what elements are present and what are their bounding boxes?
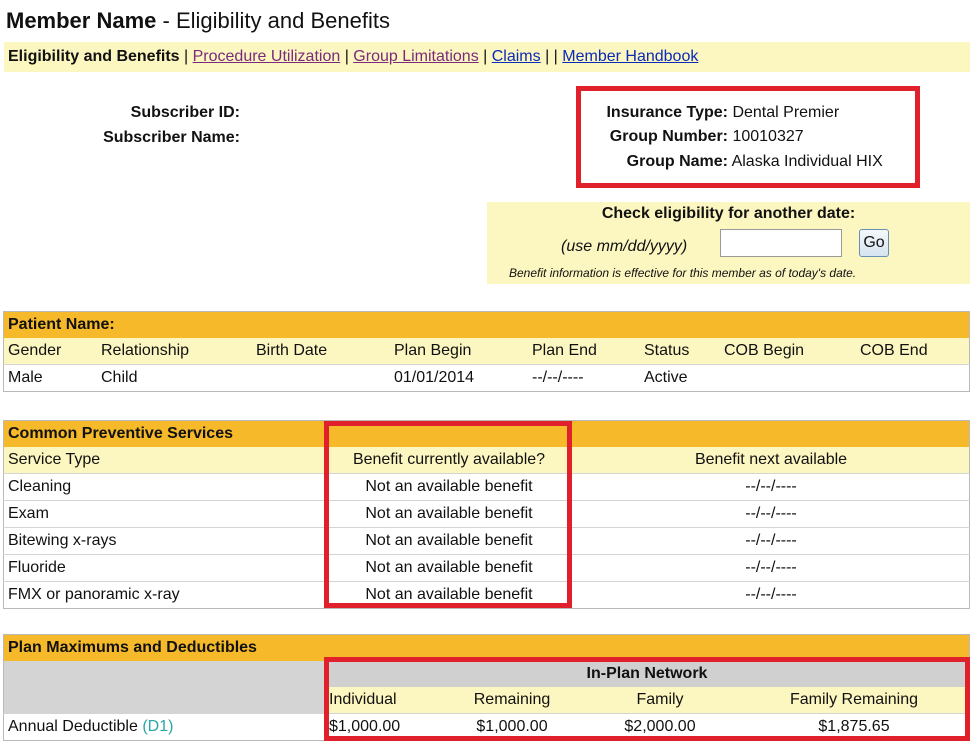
subscriber-name-label: Subscriber Name: — [103, 129, 240, 146]
maximums-blank-header — [3, 661, 325, 714]
benefit-available: Not an available benefit — [325, 473, 573, 501]
benefit-next: --/--/---- — [573, 527, 970, 555]
service-name: Exam — [3, 500, 325, 528]
insurance-type-value: Dental Premier — [732, 104, 840, 121]
patient-plan-end: --/--/---- — [528, 364, 640, 392]
table-row: Exam Not an available benefit --/--/---- — [3, 500, 970, 528]
col-status: Status — [644, 342, 690, 359]
benefit-available: Not an available benefit — [325, 527, 573, 555]
nav-separator: | — [478, 48, 492, 65]
go-button[interactable]: Go — [859, 229, 889, 257]
group-name-value: Alaska Individual HIX — [731, 153, 883, 170]
col-family: Family — [636, 691, 684, 708]
service-name: Cleaning — [3, 473, 325, 501]
patient-gender: Male — [3, 364, 97, 392]
benefit-next: --/--/---- — [573, 554, 970, 582]
table-row: Fluoride Not an available benefit --/--/… — [3, 554, 970, 582]
table-row: FMX or panoramic x-ray Not an available … — [3, 581, 970, 609]
col-cob-begin: COB Begin — [724, 342, 805, 359]
patient-row: Male Child 01/01/2014 --/--/---- Active — [3, 364, 970, 392]
service-name: Bitewing x-rays — [3, 527, 325, 555]
col-service-type: Service Type — [8, 451, 101, 468]
group-name-label: Group Name: — [626, 153, 728, 170]
patient-cob-begin — [720, 364, 856, 392]
deductible-code-link[interactable]: (D1) — [142, 718, 173, 735]
benefit-next: --/--/---- — [573, 581, 970, 609]
deductible-label-text: Annual Deductible — [8, 718, 138, 735]
col-individual: Individual — [329, 691, 397, 708]
group-number-value: 10010327 — [732, 128, 804, 145]
plan-maximums-table: Plan Maximums and Deductibles In-Plan Ne… — [3, 634, 970, 741]
eligibility-heading: Check eligibility for another date: — [601, 205, 856, 222]
preventive-services-table: Common Preventive Services Service Type … — [3, 420, 970, 609]
benefit-next: --/--/---- — [573, 473, 970, 501]
insurance-type-label: Insurance Type: — [606, 104, 728, 121]
nav-separator: | | — [540, 48, 563, 65]
deductible-family: $2,000.00 — [581, 713, 739, 741]
nav-link-group-limitations[interactable]: Group Limitations — [353, 48, 478, 65]
patient-status: Active — [640, 364, 720, 392]
patient-header: Patient Name: — [8, 316, 115, 333]
maximums-header: Plan Maximums and Deductibles — [8, 639, 257, 656]
service-name: FMX or panoramic x-ray — [3, 581, 325, 609]
service-name: Fluoride — [3, 554, 325, 582]
insurance-info-box: Insurance Type: Dental Premier Group Num… — [576, 86, 920, 188]
table-row: Cleaning Not an available benefit --/--/… — [3, 473, 970, 501]
page-title: Member Name - Eligibility and Benefits — [6, 8, 390, 34]
in-plan-network-header: In-Plan Network — [325, 661, 970, 687]
annual-deductible-row: Annual Deductible (D1) $1,000.00 $1,000.… — [3, 713, 970, 741]
col-plan-end: Plan End — [532, 342, 597, 359]
group-number-row: Group Number: 10010327 — [590, 128, 804, 146]
page-subtitle: - Eligibility and Benefits — [156, 8, 390, 33]
nav-link-claims[interactable]: Claims — [492, 48, 541, 65]
benefit-available: Not an available benefit — [325, 500, 573, 528]
date-format-hint: (use mm/dd/yyyy) — [561, 238, 688, 255]
eligibility-note: Benefit information is effective for thi… — [509, 266, 857, 280]
annual-deductible-label: Annual Deductible (D1) — [3, 713, 325, 741]
nav-link-member-handbook[interactable]: Member Handbook — [562, 48, 698, 65]
member-name: Member Name — [6, 8, 157, 33]
patient-birth-date — [252, 364, 390, 392]
nav-current: Eligibility and Benefits — [8, 48, 180, 65]
patient-cob-end — [856, 364, 970, 392]
deductible-remaining: $1,000.00 — [443, 713, 581, 741]
col-benefit-next: Benefit next available — [694, 451, 848, 468]
subscriber-id-label: Subscriber ID: — [130, 104, 240, 121]
nav-link-procedure-utilization[interactable]: Procedure Utilization — [193, 48, 341, 65]
col-birth-date: Birth Date — [256, 342, 328, 359]
preventive-header: Common Preventive Services — [8, 425, 233, 442]
col-relationship: Relationship — [101, 342, 190, 359]
col-plan-begin: Plan Begin — [394, 342, 472, 359]
benefit-available: Not an available benefit — [325, 554, 573, 582]
insurance-type-row: Insurance Type: Dental Premier — [590, 104, 839, 122]
col-benefit-available: Benefit currently available? — [352, 451, 546, 468]
table-row: Bitewing x-rays Not an available benefit… — [3, 527, 970, 555]
col-cob-end: COB End — [860, 342, 928, 359]
deductible-family-remaining: $1,875.65 — [739, 713, 970, 741]
patient-table: Patient Name: Gender Relationship Birth … — [3, 311, 970, 392]
nav-separator: | — [340, 48, 354, 65]
group-name-row: Group Name: Alaska Individual HIX — [590, 153, 883, 171]
benefit-available: Not an available benefit — [325, 581, 573, 609]
patient-plan-begin: 01/01/2014 — [390, 364, 528, 392]
col-remaining: Remaining — [473, 691, 551, 708]
col-gender: Gender — [8, 342, 62, 359]
eligibility-date-input[interactable] — [720, 229, 842, 257]
col-family-remaining: Family Remaining — [789, 691, 919, 708]
deductible-individual: $1,000.00 — [325, 713, 443, 741]
benefit-next: --/--/---- — [573, 500, 970, 528]
group-number-label: Group Number: — [609, 128, 728, 145]
patient-relationship: Child — [97, 364, 252, 392]
nav-bar: Eligibility and Benefits | Procedure Uti… — [4, 42, 970, 72]
nav-separator: | — [179, 48, 193, 65]
eligibility-date-panel: Check eligibility for another date: (use… — [487, 202, 970, 284]
